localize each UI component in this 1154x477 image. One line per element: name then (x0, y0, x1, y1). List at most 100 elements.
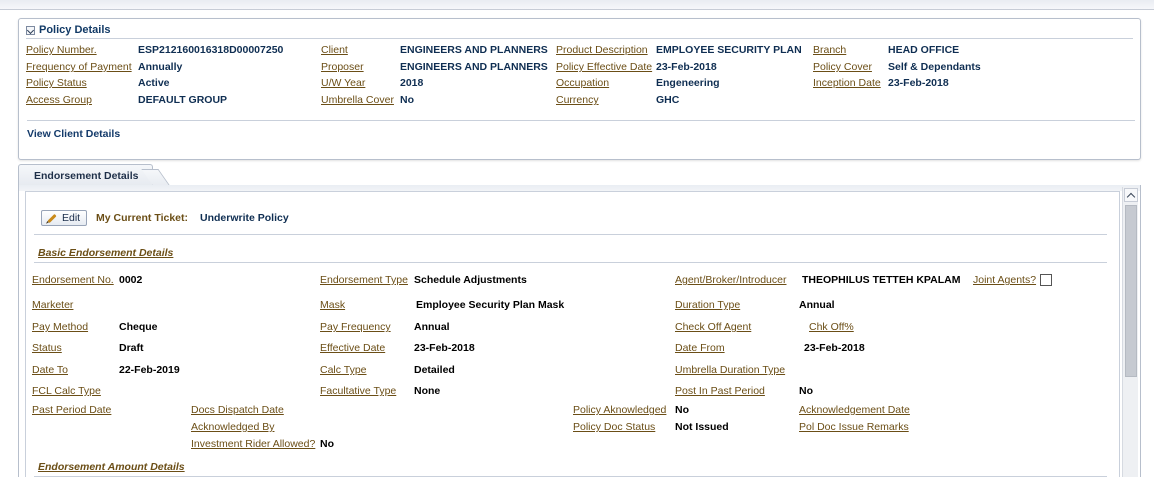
access-group-value: DEFAULT GROUP (138, 94, 228, 106)
policy-acknowledged-value: No (675, 404, 689, 416)
past-period-date-label[interactable]: Past Period Date (32, 404, 111, 416)
policy-number-label[interactable]: Policy Number. (26, 44, 97, 56)
pol-doc-issue-remarks-label[interactable]: Pol Doc Issue Remarks (799, 421, 909, 433)
currency-label[interactable]: Currency (556, 94, 599, 106)
frequency-of-payment-label[interactable]: Frequency of Payment (26, 61, 132, 73)
mask-label[interactable]: Mask (320, 299, 345, 311)
duration-type-label[interactable]: Duration Type (675, 299, 740, 311)
endorsement-no-value: 0002 (119, 274, 143, 286)
occupation-value: Engeneering (656, 77, 720, 89)
pay-frequency-value: Annual (414, 321, 450, 333)
product-description-label[interactable]: Product Description (556, 44, 648, 56)
branch-label[interactable]: Branch (813, 44, 846, 56)
basic-endorsement-section-title[interactable]: Basic Endorsement Details (38, 247, 173, 259)
policy-effective-date-value: 23-Feb-2018 (656, 61, 717, 73)
umbrella-duration-type-label[interactable]: Umbrella Duration Type (675, 364, 785, 376)
edit-button[interactable]: Edit (41, 210, 87, 226)
agent-value: THEOPHILUS TETTEH KPALAM (802, 274, 961, 286)
client-label[interactable]: Client (321, 44, 348, 56)
policy-details-panel: Policy Details Policy Number. ESP2121600… (18, 18, 1141, 160)
current-ticket-value: Underwrite Policy (200, 212, 289, 224)
endorsement-panel: Edit My Current Ticket: Underwrite Polic… (18, 185, 1141, 477)
policy-status-label[interactable]: Policy Status (26, 77, 87, 89)
effective-date-value: 23-Feb-2018 (414, 342, 475, 354)
policy-effective-date-label[interactable]: Policy Effective Date (556, 61, 652, 73)
date-to-value: 22-Feb-2019 (119, 364, 180, 376)
policy-cover-value: Self & Dependants (888, 61, 981, 73)
policy-cover-label[interactable]: Policy Cover (813, 61, 872, 73)
endorsement-type-label[interactable]: Endorsement Type (320, 274, 408, 286)
scroll-thumb[interactable] (1125, 205, 1137, 377)
marketer-label[interactable]: Marketer (32, 299, 73, 311)
occupation-label[interactable]: Occupation (556, 77, 609, 89)
policy-status-value: Active (138, 77, 170, 89)
frequency-of-payment-value: Annually (138, 61, 183, 73)
mask-value: Employee Security Plan Mask (416, 299, 565, 311)
pay-frequency-label[interactable]: Pay Frequency (320, 321, 391, 333)
joint-agents-label[interactable]: Joint Agents? (973, 274, 1036, 286)
policy-details-header[interactable]: Policy Details (26, 23, 111, 37)
acknowledgement-date-label[interactable]: Acknowledgement Date (799, 404, 910, 416)
endorsement-tabstrip: Endorsement Details (18, 164, 1141, 186)
tab-endorsement-details[interactable]: Endorsement Details (18, 164, 153, 186)
duration-type-value: Annual (799, 299, 835, 311)
endorsement-no-label[interactable]: Endorsement No. (32, 274, 114, 286)
status-label[interactable]: Status (32, 342, 62, 354)
policy-doc-status-label[interactable]: Policy Doc Status (573, 421, 655, 433)
top-strip (0, 0, 1154, 10)
proposer-value: ENGINEERS AND PLANNERS (400, 61, 548, 73)
post-in-past-period-label[interactable]: Post In Past Period (675, 385, 765, 397)
current-ticket-label: My Current Ticket: (96, 212, 188, 224)
facultative-type-label[interactable]: Facultative Type (320, 385, 396, 397)
policy-divider (27, 120, 1135, 121)
effective-date-label[interactable]: Effective Date (320, 342, 385, 354)
scroll-up-icon[interactable] (1124, 188, 1138, 202)
agent-label[interactable]: Agent/Broker/Introducer (675, 274, 786, 286)
tab-endorsement-details-label: Endorsement Details (34, 170, 139, 182)
inception-date-value: 23-Feb-2018 (888, 77, 949, 89)
uw-year-label[interactable]: U/W Year (321, 77, 365, 89)
date-to-label[interactable]: Date To (32, 364, 68, 376)
endorsement-amount-section-title[interactable]: Endorsement Amount Details (38, 461, 185, 473)
endorsement-content: Edit My Current Ticket: Underwrite Polic… (25, 191, 1120, 477)
status-value: Draft (119, 342, 144, 354)
check-off-agent-label[interactable]: Check Off Agent (675, 321, 751, 333)
vertical-scrollbar[interactable] (1122, 187, 1138, 477)
inception-date-label[interactable]: Inception Date (813, 77, 881, 89)
currency-value: GHC (656, 94, 680, 106)
pay-method-label[interactable]: Pay Method (32, 321, 88, 333)
post-in-past-period-value: No (799, 385, 813, 397)
client-value: ENGINEERS AND PLANNERS (400, 44, 548, 56)
pay-method-value: Cheque (119, 321, 158, 333)
docs-dispatch-date-label[interactable]: Docs Dispatch Date (191, 404, 284, 416)
chk-off-pct-label[interactable]: Chk Off% (809, 321, 854, 333)
header-divider (26, 38, 1133, 39)
facultative-type-value: None (414, 385, 441, 397)
basic-section-divider (34, 262, 1107, 263)
investment-rider-label[interactable]: Investment Rider Allowed? (191, 438, 315, 450)
calc-type-label[interactable]: Calc Type (320, 364, 367, 376)
branch-value: HEAD OFFICE (888, 44, 960, 56)
pencil-icon (47, 213, 57, 223)
uw-year-value: 2018 (400, 77, 424, 89)
access-group-label[interactable]: Access Group (26, 94, 92, 106)
collapse-toggle-icon[interactable] (26, 25, 35, 35)
view-client-details-link[interactable]: View Client Details (27, 128, 120, 140)
policy-acknowledged-label[interactable]: Policy Aknowledged (573, 404, 666, 416)
investment-rider-value: No (320, 438, 334, 450)
edit-button-label: Edit (62, 212, 81, 224)
proposer-label[interactable]: Proposer (321, 61, 364, 73)
umbrella-cover-label[interactable]: Umbrella Cover (321, 94, 394, 106)
acknowledged-by-label[interactable]: Acknowledged By (191, 421, 274, 433)
policy-details-title: Policy Details (39, 24, 111, 36)
policy-doc-status-value: Not Issued (675, 421, 729, 433)
fcl-calc-type-label[interactable]: FCL Calc Type (32, 385, 101, 397)
umbrella-cover-value: No (400, 94, 414, 106)
calc-type-value: Detailed (414, 364, 455, 376)
date-from-label[interactable]: Date From (675, 342, 725, 354)
date-from-value: 23-Feb-2018 (804, 342, 865, 354)
policy-number-value: ESP212160016318D00007250 (138, 44, 284, 56)
endorsement-type-value: Schedule Adjustments (414, 274, 527, 286)
joint-agents-checkbox[interactable] (1040, 274, 1052, 286)
product-description-value: EMPLOYEE SECURITY PLAN (656, 44, 802, 56)
